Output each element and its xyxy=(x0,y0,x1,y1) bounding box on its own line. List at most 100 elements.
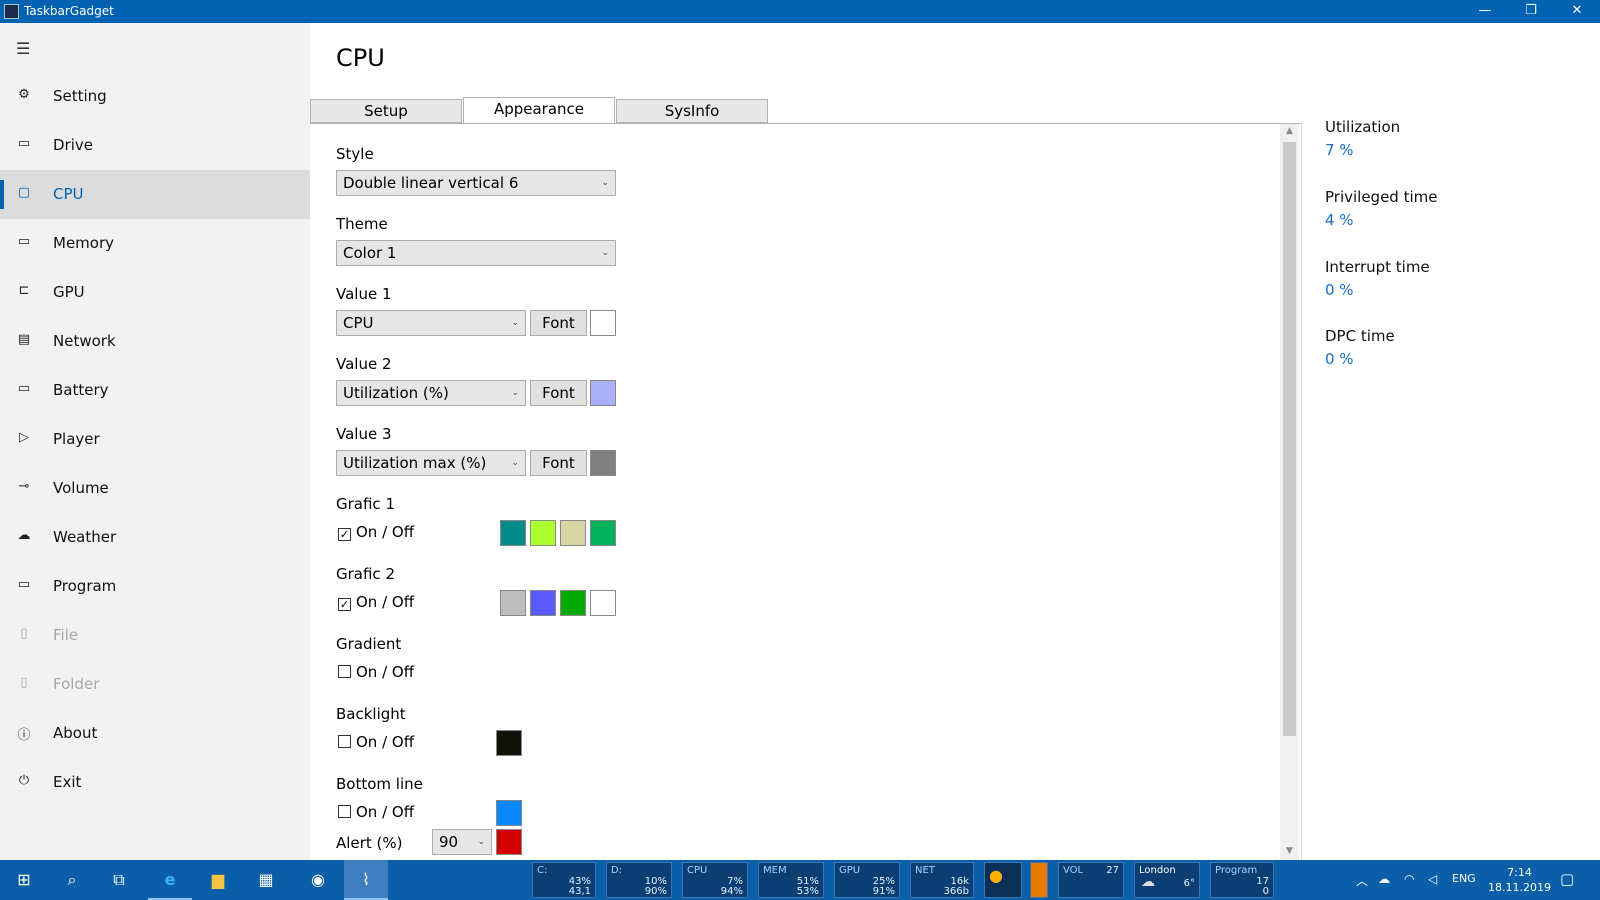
hamburger-icon[interactable]: ☰ xyxy=(16,39,30,58)
privileged-time-label: Privileged time xyxy=(1325,188,1438,206)
value3-color-swatch[interactable] xyxy=(590,450,616,476)
chevron-down-icon: ⌄ xyxy=(511,318,519,328)
sidebar-item-memory[interactable]: ▭ Memory xyxy=(0,219,310,268)
grafic1-color-3[interactable] xyxy=(560,520,586,546)
gradient-checkbox[interactable]: On / Off xyxy=(338,663,414,681)
tab-sysinfo[interactable]: SysInfo xyxy=(616,99,768,123)
sidebar-item-volume[interactable]: ⊸ Volume xyxy=(0,464,310,513)
gadget-value-2: 53% xyxy=(796,886,819,897)
value3-font-button[interactable]: Font xyxy=(530,450,587,476)
value2-select[interactable]: Utilization (%) ⌄ xyxy=(336,380,526,406)
grafic2-color-3[interactable] xyxy=(560,590,586,616)
chevron-up-icon[interactable]: ︿ xyxy=(1356,872,1368,889)
volume-gadget[interactable]: VOL 27 xyxy=(1058,862,1124,898)
tab-appearance[interactable]: Appearance xyxy=(463,97,615,124)
sidebar-item-player[interactable]: ▷ Player xyxy=(0,415,310,464)
sidebar-item-folder[interactable]: ▯ Folder xyxy=(0,660,310,709)
tab-setup[interactable]: Setup xyxy=(310,99,462,123)
close-button[interactable]: ✕ xyxy=(1554,0,1600,23)
sidebar-item-weather[interactable]: ☁ Weather xyxy=(0,513,310,562)
sidebar-item-program[interactable]: ▭ Program xyxy=(0,562,310,611)
grafic2-checkbox[interactable]: ✓ On / Off xyxy=(338,593,414,611)
weather-gadget[interactable]: London 6° ☁ xyxy=(1134,862,1200,898)
value3-select[interactable]: Utilization max (%) ⌄ xyxy=(336,450,526,476)
backlight-label: Backlight xyxy=(336,705,406,723)
alert-color-swatch[interactable] xyxy=(496,829,522,855)
value2-color-swatch[interactable] xyxy=(590,380,616,406)
wifi-icon[interactable]: ◠ xyxy=(1404,872,1414,886)
value2-font-button[interactable]: Font xyxy=(530,380,587,406)
clock[interactable]: 7:14 18.11.2019 xyxy=(1488,865,1551,895)
sidebar-item-label: Folder xyxy=(53,675,100,693)
file-explorer-icon[interactable]: ▆ xyxy=(196,860,240,900)
scroll-down-icon[interactable]: ▼ xyxy=(1280,846,1299,856)
grafic1-checkbox[interactable]: ✓ On / Off xyxy=(338,523,414,541)
sidebar-item-about[interactable]: ⓘ About xyxy=(0,709,310,758)
chevron-down-icon: ⌄ xyxy=(511,388,519,398)
sidebar-item-setting[interactable]: ⚙ Setting xyxy=(0,72,310,121)
alert-select[interactable]: 90 ⌄ xyxy=(432,829,492,855)
network-gadget[interactable]: NET 16k 366b xyxy=(910,862,974,898)
sidebar-item-gpu[interactable]: ⊏ GPU xyxy=(0,268,310,317)
value1-font-button[interactable]: Font xyxy=(530,310,587,336)
onedrive-icon[interactable]: ☁ xyxy=(1378,872,1390,886)
sidebar-item-drive[interactable]: ▭ Drive xyxy=(0,121,310,170)
sidebar-item-cpu[interactable]: ▢ CPU xyxy=(0,170,310,219)
page-title: CPU xyxy=(336,44,385,72)
store-icon[interactable]: ▦ xyxy=(244,860,288,900)
gadget-title: VOL xyxy=(1063,865,1084,876)
backlight-checkbox[interactable]: On / Off xyxy=(338,733,414,751)
maximize-button[interactable]: ❐ xyxy=(1508,0,1554,23)
theme-label: Theme xyxy=(336,215,388,233)
search-icon[interactable]: ⌕ xyxy=(50,860,94,900)
notifications-icon[interactable]: ▢ xyxy=(1560,870,1574,888)
sidebar-item-exit[interactable]: ⏻ Exit xyxy=(0,758,310,807)
player-bars-gadget[interactable] xyxy=(1030,862,1048,898)
grafic2-color-2[interactable] xyxy=(530,590,556,616)
time: 7:14 xyxy=(1507,866,1532,879)
sidebar: ☰ ⚙ Setting ▭ Drive ▢ CPU ▭ Memory ⊏ GPU ▤ Network ▭… xyxy=(0,23,310,860)
alert-select-value: 90 xyxy=(439,833,459,851)
style-select[interactable]: Double linear vertical 6 ⌄ xyxy=(336,170,616,196)
vertical-scrollbar[interactable]: ▲ ▼ xyxy=(1280,124,1299,860)
grafic2-color-4[interactable] xyxy=(590,590,616,616)
scroll-thumb[interactable] xyxy=(1283,142,1296,736)
utilization-label: Utilization xyxy=(1325,118,1401,136)
gadget-value-1: 6° xyxy=(1183,878,1195,889)
backlight-color-swatch[interactable] xyxy=(496,730,522,756)
cpu-icon: ▢ xyxy=(17,185,31,200)
grafic1-color-2[interactable] xyxy=(530,520,556,546)
gpu-gadget[interactable]: GPU 25% 91% xyxy=(834,862,900,898)
value1-color-swatch[interactable] xyxy=(590,310,616,336)
cloud-icon: ☁ xyxy=(1141,874,1155,890)
vivaldi-icon[interactable]: ◉ xyxy=(296,860,340,900)
drive-d-gadget[interactable]: D: 10% 90% xyxy=(606,862,672,898)
bottomline-label: Bottom line xyxy=(336,775,423,793)
chevron-down-icon: ⌄ xyxy=(511,458,519,468)
sidebar-item-network[interactable]: ▤ Network xyxy=(0,317,310,366)
windows-start-icon[interactable]: ⊞ xyxy=(2,860,46,900)
sidebar-item-label: CPU xyxy=(53,185,84,203)
taskbargadget-app-icon[interactable]: ⌇ xyxy=(344,860,388,900)
bottomline-color-swatch[interactable] xyxy=(496,800,522,826)
language-indicator[interactable]: ENG xyxy=(1452,872,1476,885)
grafic1-color-1[interactable] xyxy=(500,520,526,546)
edge-browser-icon[interactable]: e xyxy=(148,860,192,900)
sidebar-item-battery[interactable]: ▭ Battery xyxy=(0,366,310,415)
theme-select[interactable]: Color 1 ⌄ xyxy=(336,240,616,266)
program-gadget[interactable]: Program 17 0 xyxy=(1210,862,1274,898)
sidebar-item-file[interactable]: ▯ File xyxy=(0,611,310,660)
value1-select[interactable]: CPU ⌄ xyxy=(336,310,526,336)
memory-gadget[interactable]: MEM 51% 53% xyxy=(758,862,824,898)
bottomline-checkbox[interactable]: On / Off xyxy=(338,803,414,821)
scroll-up-icon[interactable]: ▲ xyxy=(1280,126,1299,136)
cpu-gadget[interactable]: CPU 7% 94% xyxy=(682,862,748,898)
player-gadget[interactable]: ● xyxy=(984,862,1022,898)
gadget-title: GPU xyxy=(839,865,861,876)
grafic2-color-1[interactable] xyxy=(500,590,526,616)
minimize-button[interactable]: — xyxy=(1462,0,1508,23)
speaker-icon[interactable]: ◁ xyxy=(1428,872,1437,886)
drive-c-gadget[interactable]: C: 43% 43,1 xyxy=(532,862,596,898)
task-view-icon[interactable]: ⧉ xyxy=(97,860,141,900)
grafic1-color-4[interactable] xyxy=(590,520,616,546)
